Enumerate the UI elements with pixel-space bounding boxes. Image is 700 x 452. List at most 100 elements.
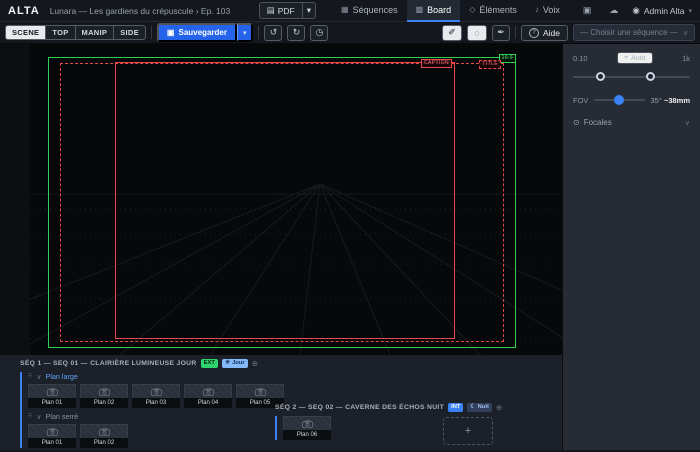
add-shot-dropzone[interactable]: +	[443, 417, 493, 445]
main-tabs: ▦ Séquences ▩ Board ◇ Éléments ♪ Voix	[332, 0, 569, 22]
shot-thumbnail[interactable]: Plan 02	[80, 424, 128, 448]
pen-tool-button[interactable]: ✒	[492, 25, 510, 41]
chevron-down-icon: ∨	[36, 413, 41, 421]
view-scene-button[interactable]: SCENE	[5, 25, 46, 40]
shot-thumbnail[interactable]: Plan 03	[132, 384, 180, 408]
save-button[interactable]: ▣ Sauvegarder	[157, 23, 237, 42]
shot-thumbnail[interactable]: Plan 04	[184, 384, 232, 408]
slider-track	[573, 76, 690, 78]
zoom-max-value: 1k	[682, 54, 690, 63]
shot-thumbnail[interactable]: Plan 01	[28, 424, 76, 448]
fov-label: FOV	[573, 96, 588, 105]
range-handle-min[interactable]	[596, 72, 605, 81]
user-name: Admin Alta	[644, 6, 685, 16]
save-options-caret[interactable]: ▾	[237, 23, 254, 42]
sequence-select-value: — Choisir une séquence —	[580, 28, 678, 37]
add-shot-icon[interactable]: ⊕	[496, 403, 502, 412]
sequence-select[interactable]: — Choisir une séquence — ∨	[573, 24, 695, 41]
shot-label: Plan 03	[132, 398, 180, 408]
view-toolbar: SCENE TOP MANIP SIDE ▣ Sauvegarder ▾ ↺ ↻…	[0, 22, 700, 44]
help-button[interactable]: ? Aide	[521, 25, 568, 41]
pen-tool-icon: ✒	[497, 27, 505, 38]
undo-icon: ↺	[270, 27, 278, 38]
focales-label: Focales	[584, 118, 612, 127]
tab-label: Séquences	[353, 5, 398, 15]
fov-row: FOV 35° ~38mm	[573, 95, 690, 105]
shot-group-1-label[interactable]: ⠿ ∨ Plan large	[28, 372, 284, 381]
tab-elements[interactable]: ◇ Éléments	[460, 0, 526, 22]
moon-icon: ☾	[470, 404, 475, 411]
pdf-export-button[interactable]: ▤ PDF	[259, 2, 303, 19]
group-name: Plan serré	[46, 412, 79, 421]
chevron-down-icon: ∨	[683, 29, 688, 37]
sequence-2-header: SÉQ 2 — SEQ 02 — CAVERNE DES ÉCHOS NUIT …	[275, 403, 502, 412]
time-badge-label: Nuit	[478, 404, 489, 411]
time-badge-night: ☾Nuit	[467, 403, 491, 412]
aspect-ratio-label: 16:9	[499, 54, 516, 63]
thumbnail-image	[283, 416, 331, 430]
view-mode-group: SCENE TOP MANIP SIDE	[5, 25, 146, 40]
shot-thumbnail[interactable]: Plan 01	[28, 384, 76, 408]
board-icon: ▩	[416, 5, 424, 14]
shot-bin-strip: SÉQ 1 — SEQ 01 — CLAIRIÈRE LUMINEUSE JOU…	[0, 355, 562, 450]
auto-button[interactable]: ⌖ Auto	[617, 52, 652, 64]
tab-voice[interactable]: ♪ Voix	[526, 0, 569, 22]
help-button-label: Aide	[543, 28, 560, 38]
range-handle-max[interactable]	[646, 72, 655, 81]
view-side-button[interactable]: SIDE	[113, 25, 146, 40]
shot-label: Plan 02	[80, 438, 128, 448]
tab-sequences[interactable]: ▦ Séquences	[332, 0, 407, 22]
pdf-button-label: PDF	[278, 6, 295, 16]
lasso-tool-button[interactable]: ◌	[467, 25, 487, 41]
thumbnail-image	[236, 384, 284, 398]
caret-down-icon: ▾	[688, 7, 692, 15]
caret-down-icon: ▾	[243, 30, 247, 37]
viewport-canvas[interactable]: 16:9 TITLE CAPTION	[30, 44, 562, 355]
pdf-options-caret[interactable]: ▾	[303, 2, 316, 19]
save-button-label: Sauvegarder	[178, 28, 226, 37]
tag-tool-button[interactable]: ✐	[442, 25, 462, 41]
shot-group-2-label[interactable]: ⠿ ∨ Plan serré	[28, 412, 284, 421]
shot-label: Plan 01	[28, 398, 76, 408]
chevron-down-icon: ∨	[685, 119, 690, 127]
thumbnail-image	[28, 424, 76, 438]
focales-icon: ⊙	[573, 118, 580, 127]
zoom-range-slider[interactable]	[573, 72, 690, 82]
fov-handle[interactable]	[614, 95, 624, 105]
fov-slider[interactable]	[594, 95, 644, 105]
shot-thumbnail[interactable]: Plan 06	[283, 416, 331, 440]
fov-value: 35° ~38mm	[651, 96, 691, 105]
drag-handle-icon[interactable]: ⠿	[28, 413, 32, 420]
user-avatar-icon: ◉	[632, 5, 639, 16]
tab-label: Board	[427, 5, 451, 15]
thumbnail-image	[132, 384, 180, 398]
plus-icon: +	[465, 425, 471, 437]
divider	[515, 26, 516, 39]
shot-label: Plan 04	[184, 398, 232, 408]
redo-button[interactable]: ↻	[287, 25, 305, 41]
time-badge-day: ☀Jour	[222, 359, 248, 368]
caret-down-icon: ▾	[307, 5, 311, 16]
view-top-button[interactable]: TOP	[45, 25, 75, 40]
history-button[interactable]: ◷	[310, 25, 328, 41]
help-icon: ?	[529, 28, 539, 38]
shot-thumbnail[interactable]: Plan 02	[80, 384, 128, 408]
pdf-icon: ▤	[267, 5, 275, 16]
undo-button[interactable]: ↺	[264, 25, 282, 41]
chevron-down-icon: ∨	[36, 373, 41, 381]
cloud-sync-icon[interactable]: ☁	[605, 5, 622, 16]
focales-section-header[interactable]: ⊙ Focales ∨	[573, 118, 690, 127]
sequences-icon: ▦	[341, 5, 349, 14]
tag-tool-icon: ✐	[448, 27, 456, 38]
pdf-button-group: ▤ PDF ▾	[259, 2, 316, 19]
sequence-1-body: ⠿ ∨ Plan large Plan 01 Plan 02 Plan 03	[20, 372, 284, 448]
tab-board[interactable]: ▩ Board	[407, 0, 461, 22]
add-shot-icon[interactable]: ⊕	[252, 359, 258, 368]
save-status-icon[interactable]: ▣	[579, 5, 596, 16]
user-menu[interactable]: ◉ Admin Alta ▾	[632, 5, 692, 16]
breadcrumb: Lunara — Les gardiens du crépuscule › Ep…	[50, 6, 231, 16]
view-manip-button[interactable]: MANIP	[75, 25, 115, 40]
drag-handle-icon[interactable]: ⠿	[28, 373, 32, 380]
auto-target-icon: ⌖	[624, 54, 628, 62]
sequence-2-title: SÉQ 2 — SEQ 02 — CAVERNE DES ÉCHOS NUIT	[275, 404, 444, 411]
